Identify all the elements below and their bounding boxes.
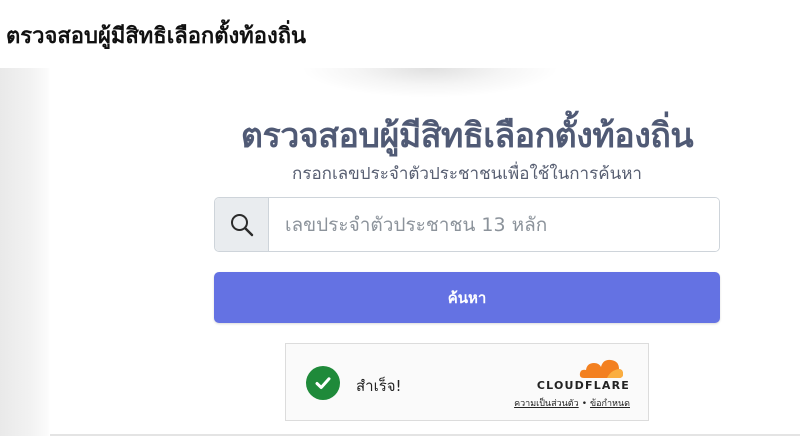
cloudflare-branding: CLOUDFLARE ความเป็นส่วนตัว • ข้อกำหนด <box>514 358 630 409</box>
search-input-group <box>214 197 720 252</box>
link-separator: • <box>581 399 587 409</box>
check-circle-icon <box>306 366 340 400</box>
turnstile-status: สำเร็จ! <box>356 377 402 395</box>
citizen-id-input[interactable] <box>269 198 719 251</box>
turnstile-links: ความเป็นส่วนตัว • ข้อกำหนด <box>514 396 630 410</box>
search-button[interactable]: ค้นหา <box>214 272 720 323</box>
left-edge-shadow <box>0 68 50 436</box>
terms-link[interactable]: ข้อกำหนด <box>590 399 630 409</box>
privacy-link[interactable]: ความเป็นส่วนตัว <box>514 399 579 409</box>
cloudflare-turnstile-widget: สำเร็จ! CLOUDFLARE ความเป็นส่วนตัว • ข้อกำ… <box>285 343 649 421</box>
search-icon <box>215 198 269 251</box>
cloudflare-wordmark: CLOUDFLARE <box>536 379 630 392</box>
form-headline: ตรวจสอบผู้มีสิทธิเลือกตั้งท้องถิ่น <box>240 116 694 156</box>
outer-page-title: ตรวจสอบผู้มีสิทธิเลือกตั้งท้องถิ่น <box>6 24 307 49</box>
form-subtitle: กรอกเลขประจำตัวประชาชนเพื่อใช้ในการค้นหา <box>292 164 642 184</box>
top-edge-shadow <box>300 68 560 98</box>
